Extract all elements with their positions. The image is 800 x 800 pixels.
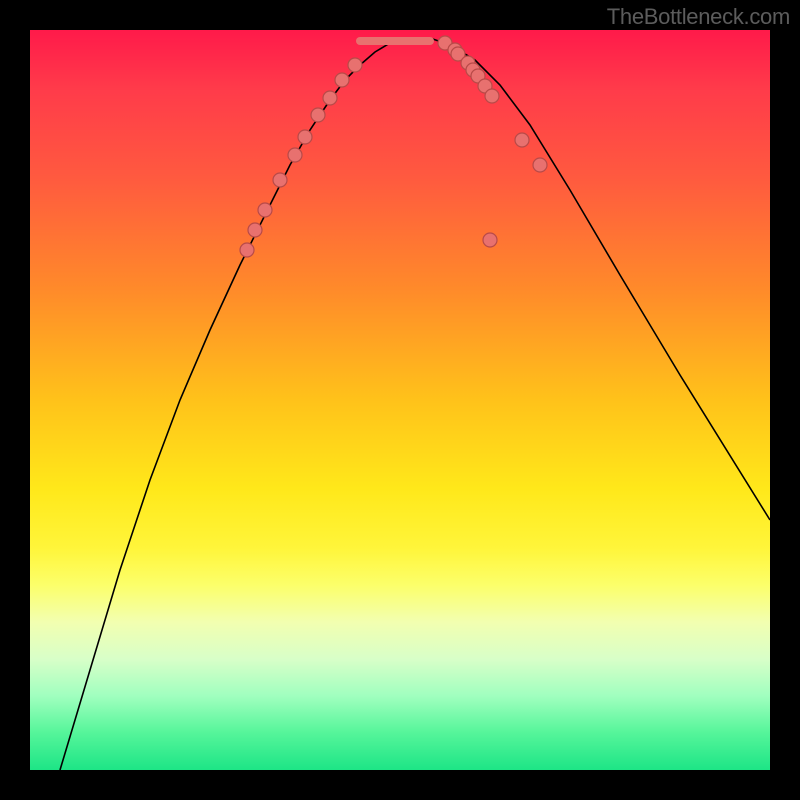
data-point <box>258 203 272 217</box>
data-point <box>335 73 349 87</box>
data-point <box>485 89 499 103</box>
data-point <box>483 233 497 247</box>
bottleneck-curve <box>60 38 770 770</box>
data-point <box>248 223 262 237</box>
data-point <box>533 158 547 172</box>
data-point <box>515 133 529 147</box>
data-point <box>298 130 312 144</box>
dots-right-group <box>438 36 547 247</box>
data-point <box>288 148 302 162</box>
data-point <box>348 58 362 72</box>
chart-container: TheBottleneck.com <box>0 0 800 800</box>
data-point <box>240 243 254 257</box>
data-point <box>311 108 325 122</box>
data-point <box>323 91 337 105</box>
dots-left-group <box>240 58 362 257</box>
plot-area <box>30 30 770 770</box>
data-point <box>273 173 287 187</box>
watermark-text: TheBottleneck.com <box>607 4 790 30</box>
curve-svg <box>30 30 770 770</box>
